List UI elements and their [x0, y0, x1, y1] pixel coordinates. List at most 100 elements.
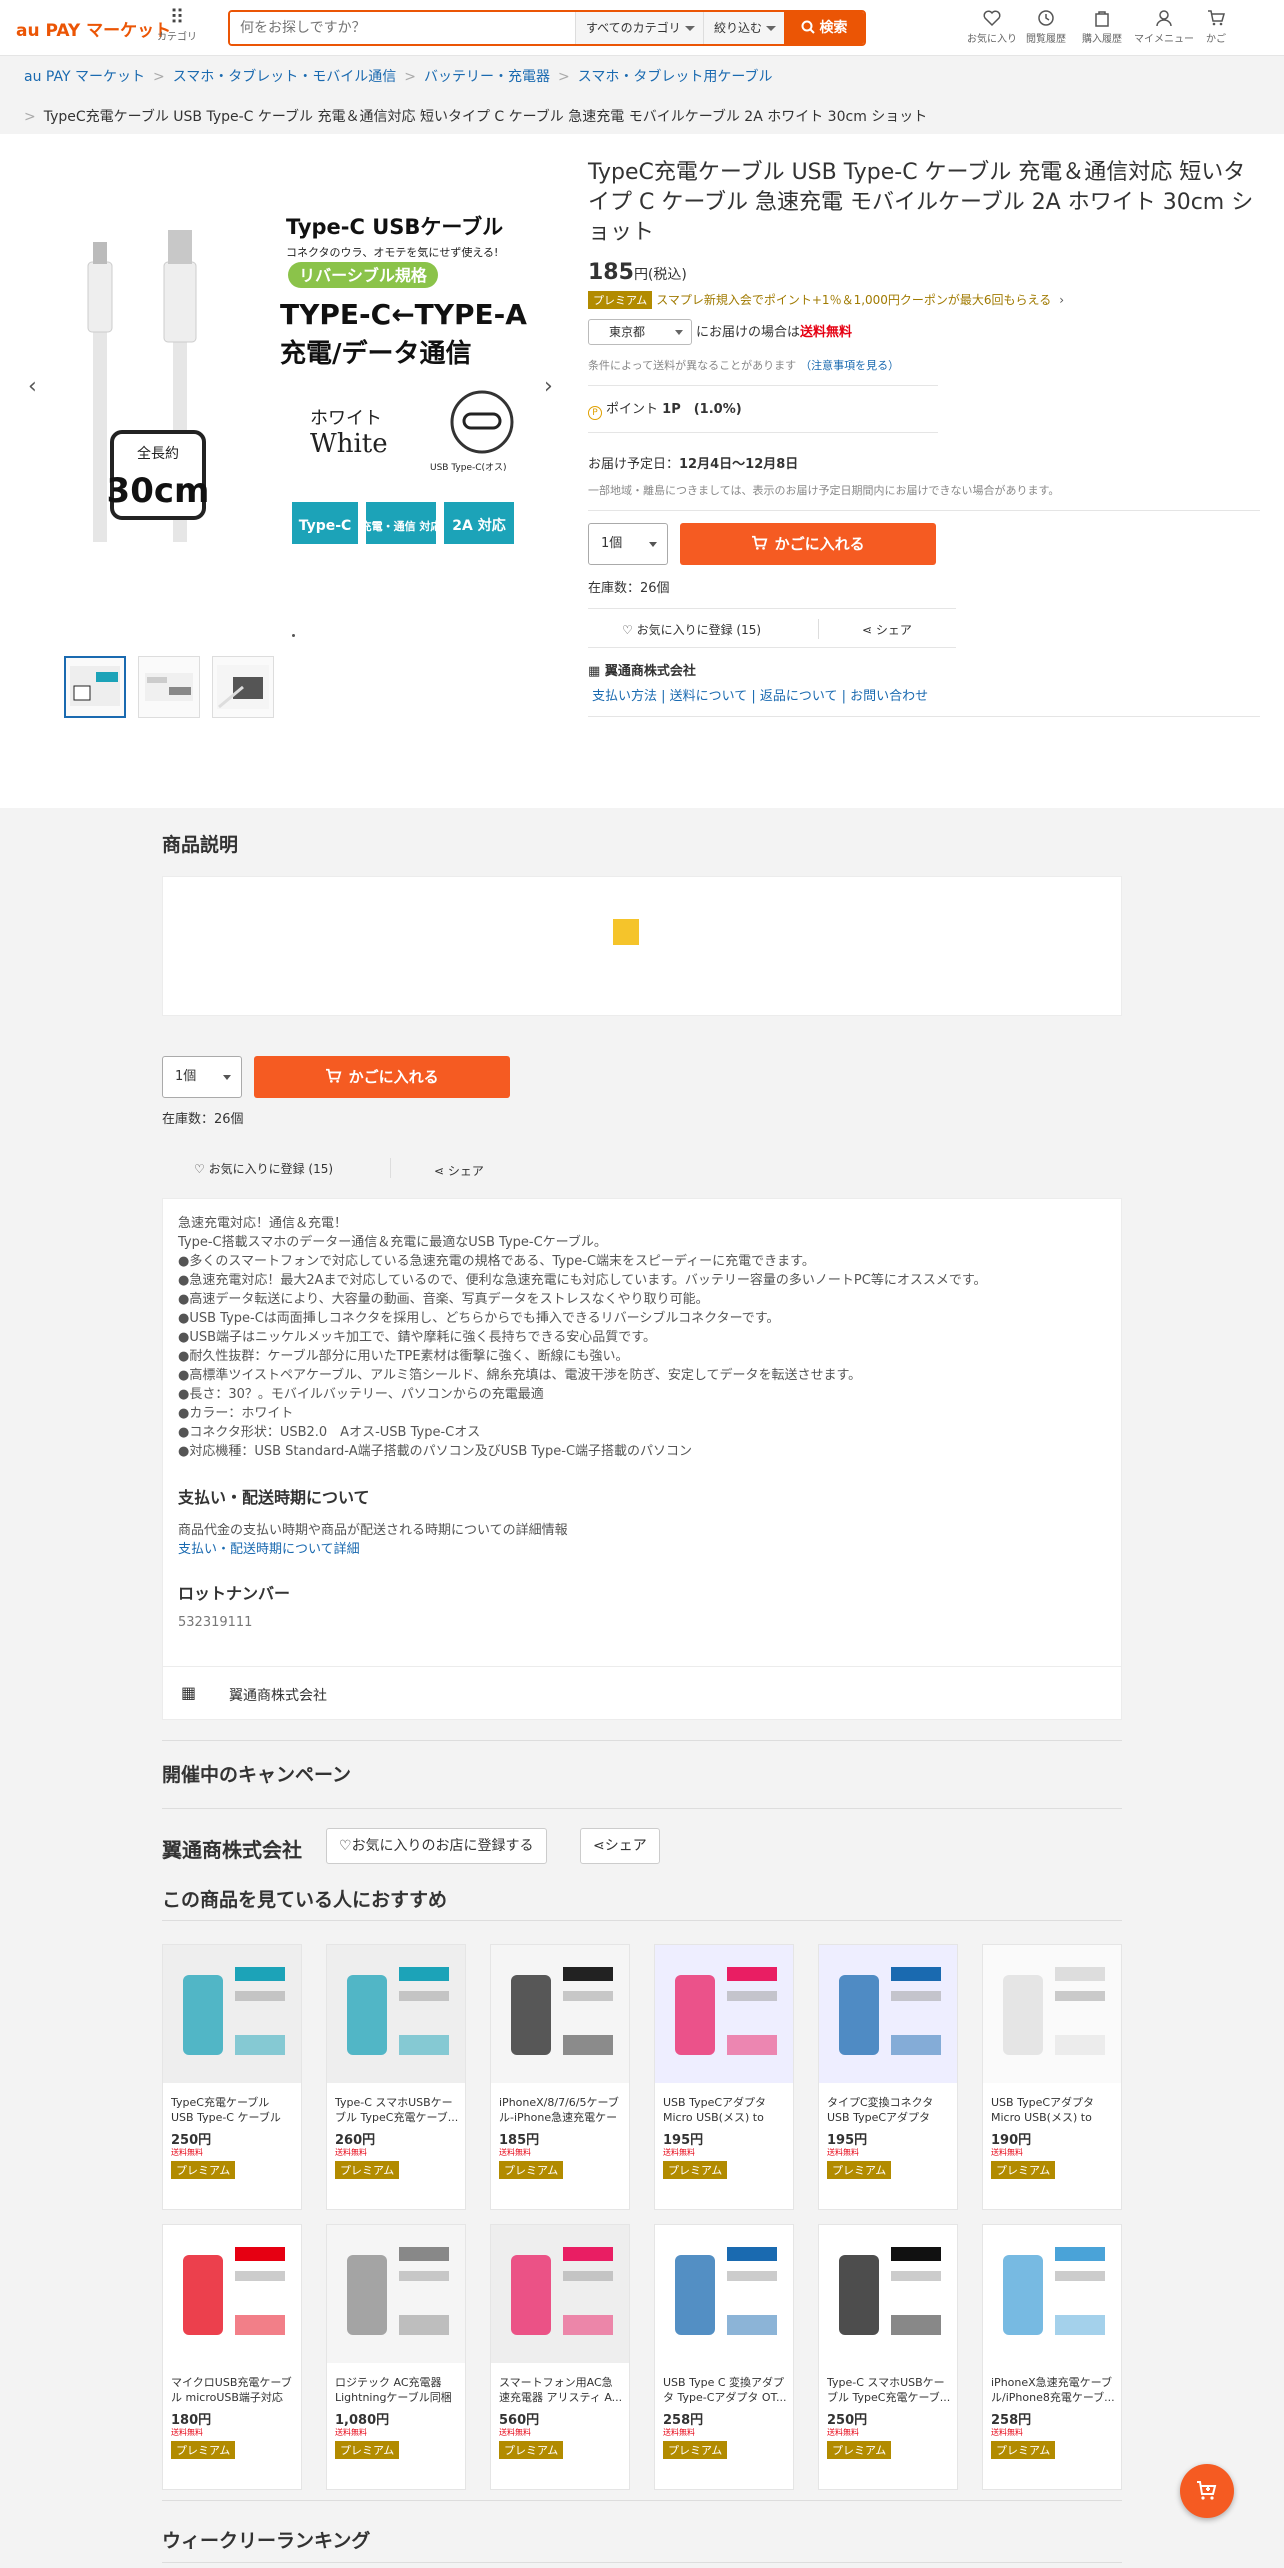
nav-purchase-history[interactable]: 購入履歴	[1072, 6, 1132, 45]
point-info: P ポイント 1P (1.0%)	[588, 398, 1260, 420]
recommend-item-image	[163, 2225, 301, 2363]
add-favorite-button[interactable]: ♡ お気に入りに登録 (15)	[622, 621, 761, 638]
premium-badge: プレミアム	[335, 2441, 400, 2459]
category-menu-button[interactable]: ⠿ カテゴリ	[154, 6, 200, 43]
breadcrumb-link[interactable]: バッテリー・充電器	[424, 69, 550, 85]
share-button[interactable]: ⋖ シェア	[862, 621, 912, 638]
gallery-prev-button[interactable]: ‹	[28, 374, 37, 399]
nav-my-menu[interactable]: マイメニュー	[1134, 6, 1194, 45]
prefecture-select[interactable]: 東京都	[588, 319, 692, 345]
description-shop-name: 翼通商株式会社	[229, 1688, 327, 1704]
free-shipping-label: 送料無料	[800, 325, 853, 340]
recommend-item[interactable]: タイプC変換コネクタ USB TypeCアダプタ Mic... 195円送料無料プ…	[818, 1944, 958, 2210]
gallery-next-button[interactable]: ›	[544, 374, 553, 399]
site-logo[interactable]: au PAY マーケット	[16, 16, 171, 41]
recommend-item[interactable]: Type-C スマホUSBケーブル TypeC充電ケーブ... 260円 送料無料プ…	[326, 1944, 466, 2210]
recommend-item[interactable]: iPhoneX/8/7/6/5ケーブル-iPhone急速充電ケーブ... 185円…	[490, 1944, 630, 2210]
cart-icon	[752, 535, 768, 550]
recommend-item[interactable]: iPhoneX急速充電ケーブル/iPhone8充電ケーブ... 258円 送料無料プ…	[982, 2224, 1122, 2490]
svg-text:リバーシブル規格: リバーシブル規格	[299, 266, 428, 285]
gallery-thumbnail[interactable]	[64, 656, 126, 718]
description-quantity-select[interactable]: 1個	[162, 1056, 242, 1098]
history-icon	[1038, 10, 1054, 26]
recommend-item[interactable]: USB Type C 変換アダプタ Type-Cアダプタ OT... 258円 送料…	[654, 2224, 794, 2490]
breadcrumb-link[interactable]: スマホ・タブレット・モバイル通信	[173, 69, 397, 85]
add-to-cart-button[interactable]: かごに入れる	[680, 523, 936, 565]
campaign-title: 開催中のキャンペーン	[162, 1764, 352, 1786]
search-filter-select[interactable]: 絞り込む	[703, 12, 784, 44]
premium-badge: プレミアム	[991, 2161, 1056, 2179]
search-category-select[interactable]: すべてのカテゴリ	[575, 12, 703, 44]
recommend-item-price: 1,080円	[335, 2413, 390, 2428]
premium-badge: プレミアム	[588, 291, 653, 309]
premium-promo[interactable]: プレミアム スマプレ新規入会でポイント+1％＆1,000円クーポンが最大6回もらえ…	[588, 291, 1260, 309]
recommend-item-image	[491, 1945, 629, 2083]
breadcrumb-link[interactable]: au PAY マーケット	[24, 69, 145, 85]
premium-badge: プレミアム	[827, 2441, 892, 2459]
recommend-item-shipping: 送料無料	[335, 2428, 367, 2437]
recommend-item-price: 260円	[335, 2133, 376, 2148]
premium-badge: プレミアム	[499, 2161, 564, 2179]
nav-favorites[interactable]: お気に入り	[962, 6, 1022, 45]
recommend-item[interactable]: Type-C スマホUSBケーブル TypeC充電ケーブ... 250円 送料無料プ…	[818, 2224, 958, 2490]
shipping-destination: 東京都 にお届けの場合は送料無料	[588, 319, 1260, 345]
search-input[interactable]	[230, 12, 575, 44]
recommend-item-price: 180円	[171, 2413, 212, 2428]
shipping-terms-link[interactable]: （注意事項を見る）	[800, 359, 899, 372]
store-icon: ▦	[181, 1683, 197, 1702]
chevron-right-icon: >	[404, 69, 417, 85]
premium-badge: プレミアム	[663, 2441, 728, 2459]
gallery-indicator-dot[interactable]	[292, 634, 295, 637]
description-shop-row[interactable]: ▦ 翼通商株式会社	[162, 1666, 1122, 1720]
favorite-shop-button[interactable]: ♡お気に入りのお店に登録する	[326, 1828, 547, 1864]
recommend-item[interactable]: TypeC充電ケーブル USB Type-C ケーブル 1m ... 250円送料…	[162, 1944, 302, 2210]
nav-cart[interactable]: かご	[1186, 6, 1246, 45]
recommend-item-image	[655, 1945, 793, 2083]
recommend-item-image	[327, 1945, 465, 2083]
recommend-item-price: 560円	[499, 2413, 540, 2428]
recommend-item[interactable]: スマートフォン用AC急速充電器 アリスティ A... 560円 送料無料 プレミアム	[490, 2224, 630, 2490]
description-add-to-cart-button[interactable]: かごに入れる	[254, 1056, 510, 1098]
shop-row-name[interactable]: 翼通商株式会社	[162, 1834, 302, 1863]
delivery-note: 一部地域・離島につきましては、表示のお届け予定日期間内にお届けできない場合があり…	[588, 484, 1060, 497]
nav-history[interactable]: 閲覧履歴	[1016, 6, 1076, 45]
recommend-item-shipping: 送料無料	[171, 2428, 203, 2437]
recommend-item-price: 195円	[827, 2133, 868, 2148]
share-icon: ⋖	[434, 1164, 445, 1178]
breadcrumb-link[interactable]: スマホ・タブレット用ケーブル	[578, 69, 773, 85]
svg-text:充電/データ通信: 充電/データ通信	[280, 338, 472, 369]
description-share-button[interactable]: ⋖ シェア	[434, 1162, 484, 1179]
lot-number-title: ロットナンバー	[178, 1584, 291, 1603]
shop-name[interactable]: ▦ 翼通商株式会社	[588, 660, 1260, 679]
gallery-thumbnail[interactable]	[138, 656, 200, 718]
description-text: 急速充電対応！通信＆充電！ Type-C搭載スマホのデーター通信＆充電に最適なUS…	[178, 1216, 987, 1459]
heart-icon: ♡	[622, 623, 633, 637]
site-header: au PAY マーケット ⠿ カテゴリ すべてのカテゴリ 絞り込む 検索 お気に…	[0, 0, 1284, 56]
recommend-item[interactable]: USB TypeCアダプタ Micro USB(メス) to Type-... 1…	[654, 1944, 794, 2210]
shop-links[interactable]: 支払い方法 | 送料について | 返品について | お問い合わせ	[588, 685, 1260, 704]
recommend-item-name: タイプC変換コネクタ USB TypeCアダプタ Mic...	[827, 2096, 934, 2124]
quantity-select[interactable]: 1個	[588, 523, 668, 565]
premium-badge: プレミアム	[827, 2161, 892, 2179]
recommend-item[interactable]: USB TypeCアダプタ Micro USB(メス) to Type-... 1…	[982, 1944, 1122, 2210]
search-button[interactable]: 検索	[784, 12, 864, 44]
recommend-item-image	[491, 2225, 629, 2363]
shop-share-button[interactable]: ⋖シェア	[580, 1828, 660, 1864]
floating-cart-button[interactable]	[1180, 2464, 1234, 2518]
chevron-right-icon: >	[152, 69, 165, 85]
store-icon: ▦	[588, 664, 601, 679]
description-title: 商品説明	[162, 834, 239, 856]
search-bar: すべてのカテゴリ 絞り込む 検索	[228, 10, 866, 46]
description-add-favorite-button[interactable]: ♡ お気に入りに登録 (15)	[194, 1160, 333, 1177]
premium-badge: プレミアム	[499, 2441, 564, 2459]
recommend-item-shipping: 送料無料	[499, 2428, 531, 2437]
recommend-item-price: 258円	[991, 2413, 1032, 2428]
recommend-item-name: USB TypeCアダプタ Micro USB(メス) to Type-...	[991, 2096, 1095, 2124]
recommend-item-name: マイクロUSB充電ケーブル microUSB端子対応 ...	[171, 2376, 292, 2404]
payment-details-link[interactable]: 支払い・配送時期について詳細	[178, 1538, 360, 1557]
gallery-thumbnail[interactable]	[212, 656, 274, 718]
recommend-item[interactable]: ロジテック AC充電器 Lightningケーブル同梱 1.5... 1,080円…	[326, 2224, 466, 2490]
recommend-item[interactable]: マイクロUSB充電ケーブル microUSB端子対応 ... 180円送料無料プレ…	[162, 2224, 302, 2490]
product-image: 全長約 30cm Type-C USBケーブル コネクタのウラ、オモテを気にせず…	[60, 212, 540, 552]
product-price: 185円(税込)	[588, 260, 687, 285]
